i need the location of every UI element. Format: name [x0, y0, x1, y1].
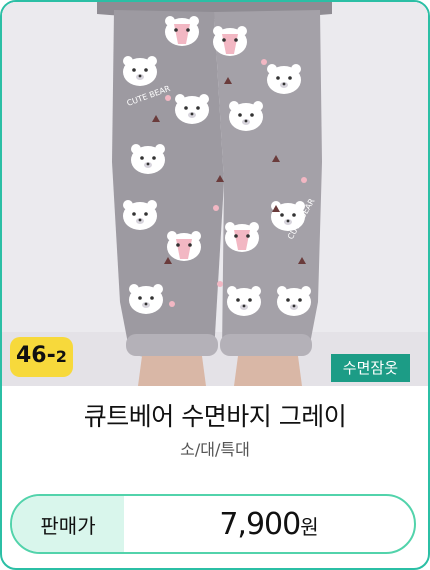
category-badge: 수면잠옷: [330, 354, 410, 382]
product-sizes: 소/대/특대: [180, 440, 250, 459]
price-label: 판매가: [12, 496, 124, 552]
product-code-badge: 46- 2: [10, 337, 73, 377]
product-code-main: 46-: [16, 343, 56, 368]
product-title[interactable]: 큐트베어 수면바지 그레이: [2, 397, 428, 433]
price-value: 7,900원: [124, 507, 414, 542]
product-image[interactable]: CUTE BEAR CUTE BEAR: [2, 2, 428, 386]
pajama-pants-photo: CUTE BEAR CUTE BEAR: [2, 2, 428, 386]
price-currency: 원: [300, 514, 319, 539]
price-amount: 7,900: [219, 506, 301, 542]
product-card[interactable]: CUTE BEAR CUTE BEAR 46- 2 수면잠옷 큐트베어 수면바지 …: [0, 0, 430, 570]
price-bar: 판매가 7,900원: [10, 494, 416, 554]
product-code-sub: 2: [55, 347, 67, 366]
